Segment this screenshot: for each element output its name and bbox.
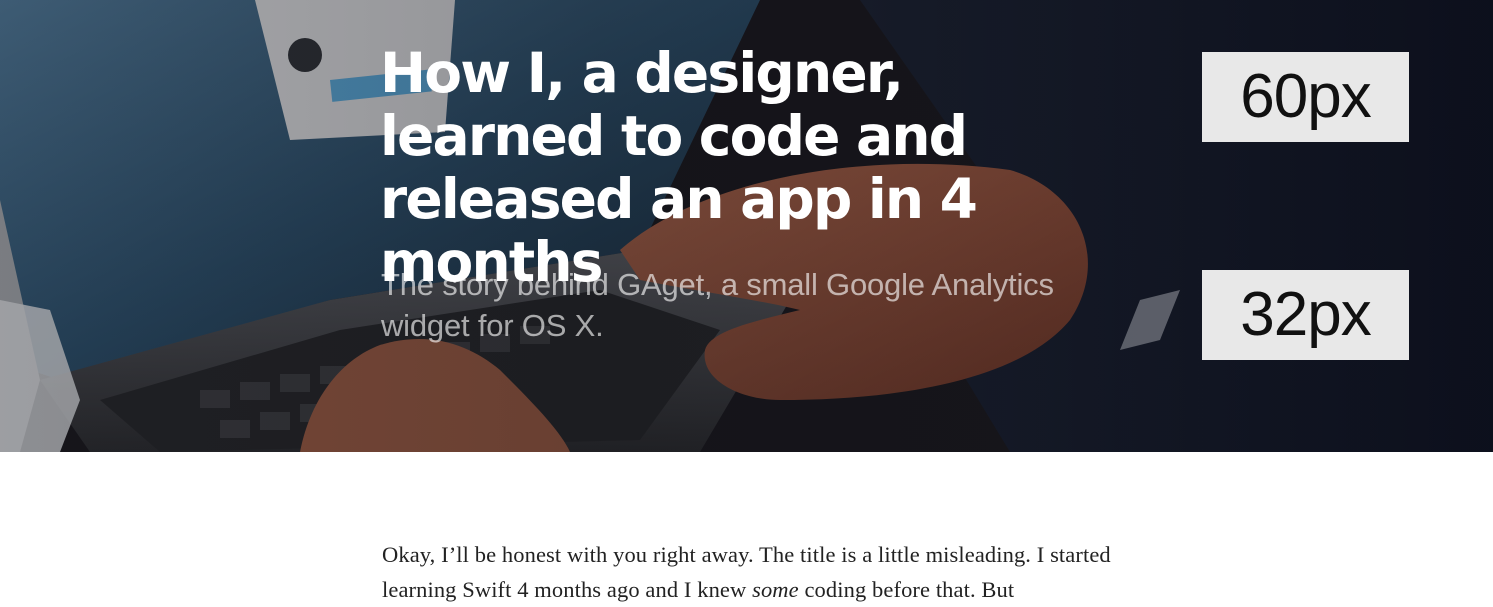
- article-subtitle: The story behind GAget, a small Google A…: [381, 267, 1054, 343]
- hero-section: How I, a designer, learned to code and r…: [0, 0, 1493, 452]
- title-font-size-badge: 60px: [1202, 52, 1409, 142]
- paragraph-emphasis: some: [752, 577, 799, 602]
- paragraph-text-end: coding before that. But: [798, 577, 1015, 602]
- article-page: How I, a designer, learned to code and r…: [0, 0, 1493, 607]
- article-title: How I, a designer, learned to code and r…: [380, 41, 978, 294]
- subtitle-font-size-badge: 32px: [1202, 270, 1409, 360]
- article-paragraph: Okay, I’ll be honest with you right away…: [382, 537, 1122, 607]
